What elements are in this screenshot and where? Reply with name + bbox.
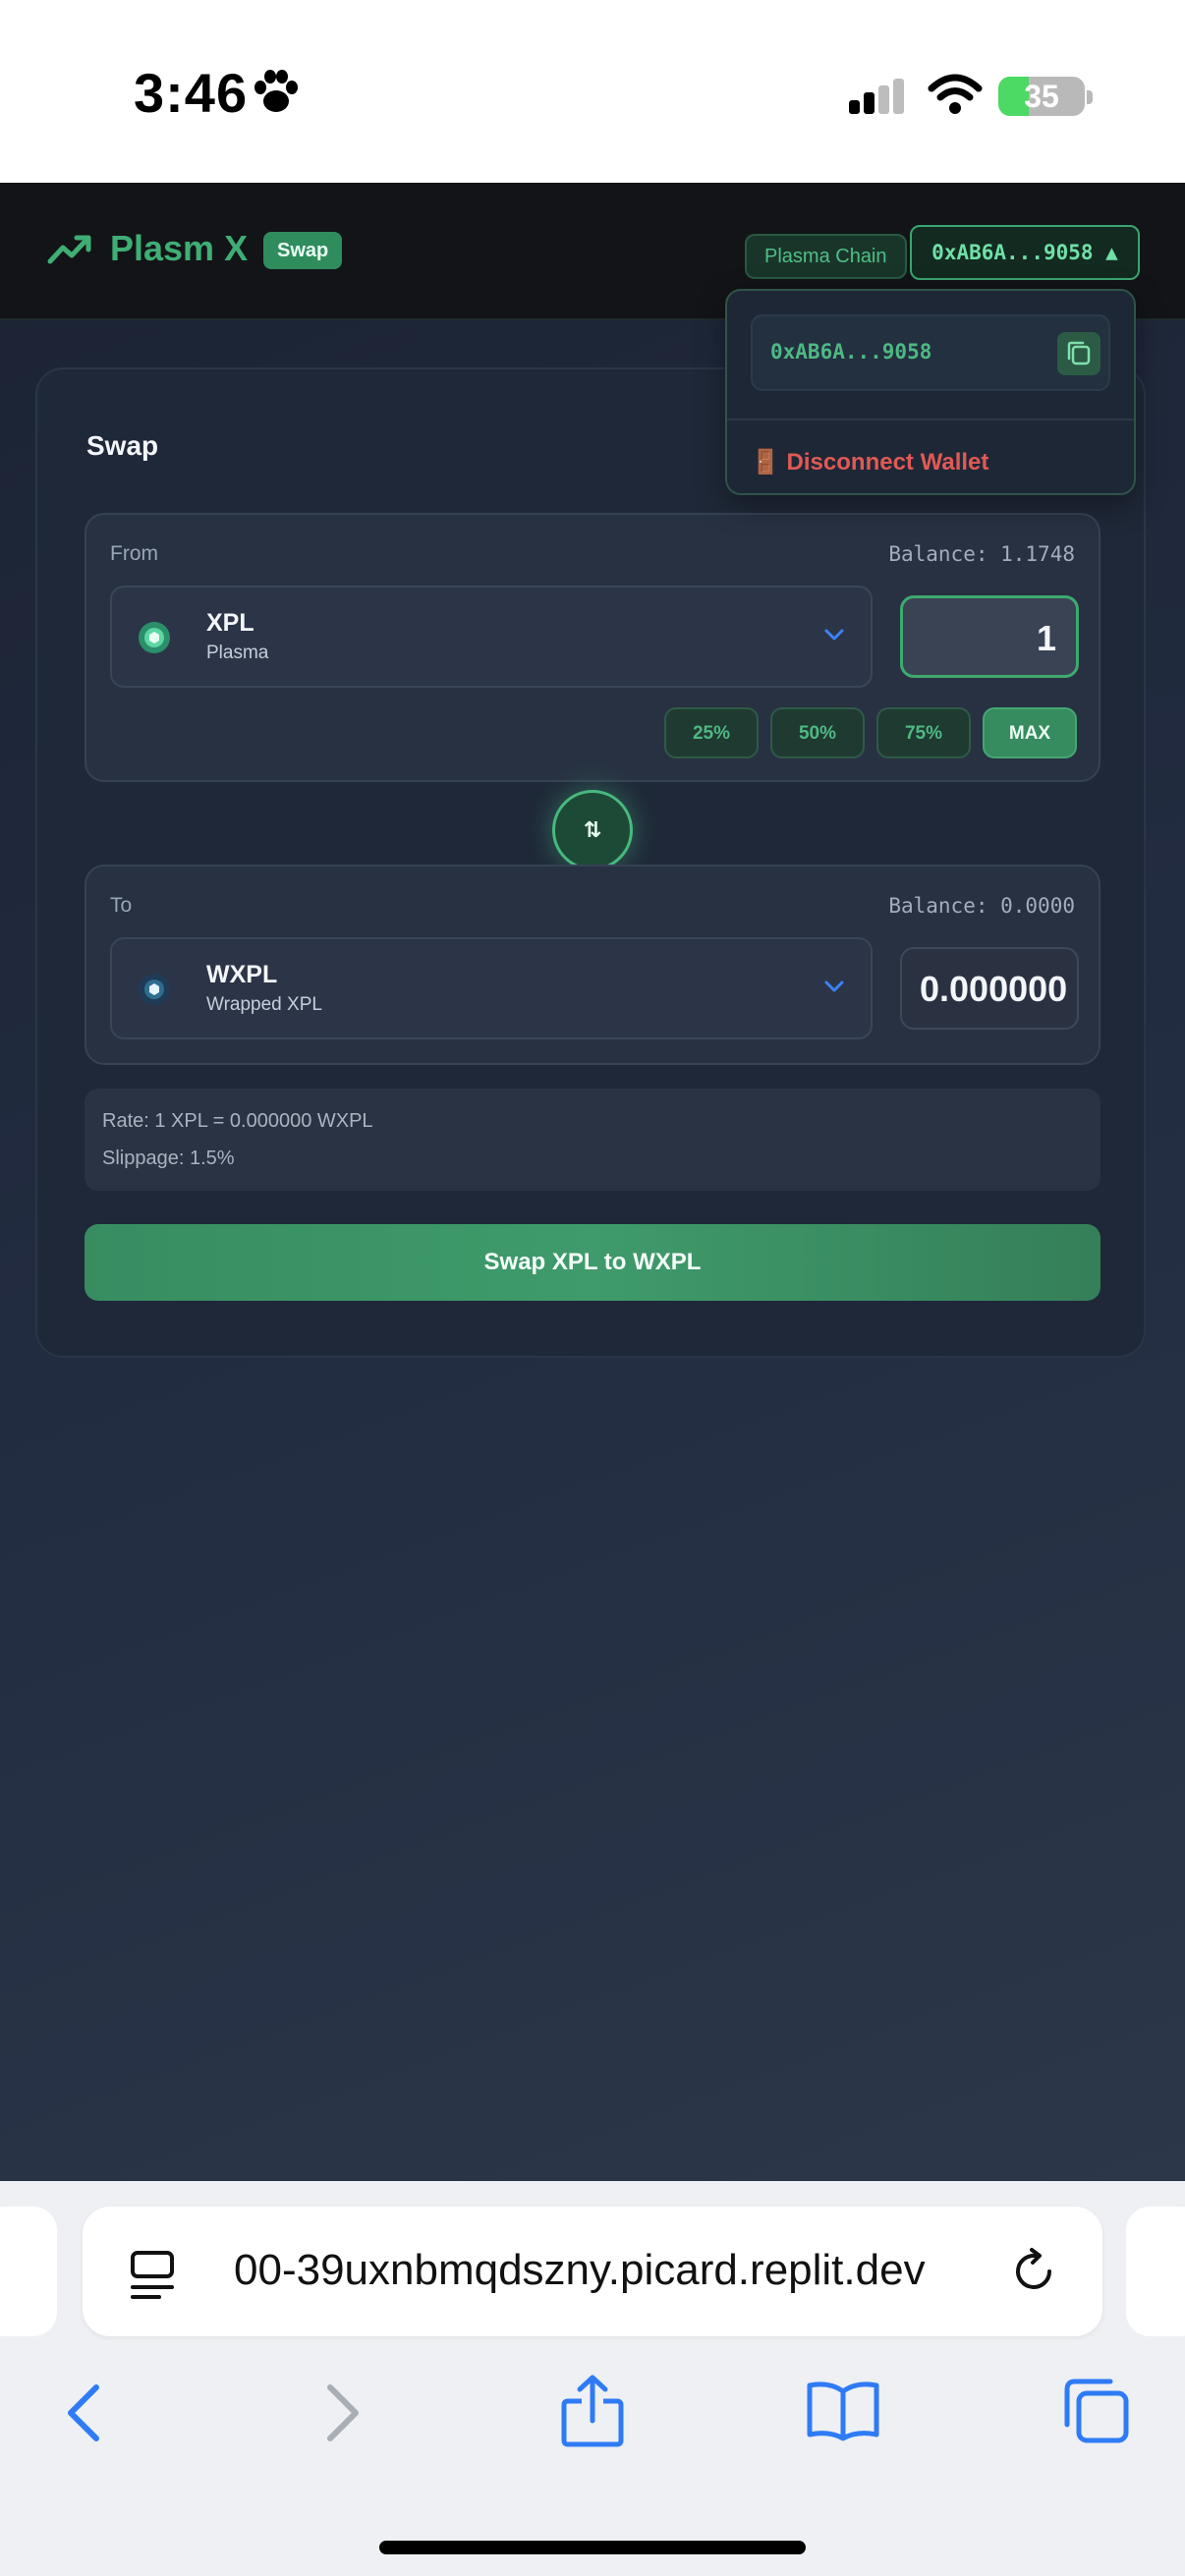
from-amount-input[interactable]: 1 bbox=[900, 595, 1079, 678]
bookmarks-icon[interactable] bbox=[806, 2380, 880, 2442]
chevron-down-icon bbox=[824, 980, 844, 992]
signal-icon bbox=[849, 79, 904, 114]
forward-icon[interactable] bbox=[320, 2381, 364, 2444]
slippage-text: Slippage: 1.5% bbox=[102, 1148, 235, 1169]
brand-name[interactable]: Plasm X bbox=[110, 228, 248, 269]
to-label: To bbox=[110, 894, 133, 917]
browser-toolbar: 00-39uxnbmqdszny.picard.replit.dev bbox=[0, 2181, 1185, 2576]
wallet-button[interactable]: 0xAB6A...9058 ▲ bbox=[910, 225, 1140, 280]
disconnect-wallet-button[interactable]: 🚪 Disconnect Wallet bbox=[751, 448, 988, 476]
wifi-icon bbox=[928, 74, 983, 114]
page-menu-icon[interactable] bbox=[130, 2250, 175, 2301]
app-root: Plasm X Swap Plasma Chain 0xAB6A...9058 … bbox=[0, 183, 1185, 2181]
previous-tab-preview[interactable] bbox=[0, 2207, 57, 2336]
wxpl-token-icon bbox=[139, 974, 170, 1005]
from-label: From bbox=[110, 542, 158, 565]
wallet-address: 0xAB6A...9058 bbox=[770, 340, 932, 364]
rate-text: Rate: 1 XPL = 0.000000 WXPL bbox=[102, 1110, 373, 1132]
status-bar: 3:46 35 bbox=[0, 0, 1185, 183]
from-token-select[interactable]: XPL Plasma bbox=[110, 586, 873, 688]
to-token-network: Wrapped XPL bbox=[206, 994, 322, 1015]
to-token-select[interactable]: WXPL Wrapped XPL bbox=[110, 937, 873, 1039]
wallet-dropdown: 0xAB6A...9058 🚪 Disconnect Wallet bbox=[725, 289, 1136, 495]
trending-up-icon bbox=[47, 235, 91, 264]
address-bar[interactable]: 00-39uxnbmqdszny.picard.replit.dev bbox=[83, 2207, 1102, 2336]
to-amount-output[interactable]: 0.000000 bbox=[900, 947, 1079, 1030]
xpl-token-icon bbox=[139, 622, 170, 653]
flip-direction-button[interactable]: ⇅ bbox=[552, 790, 633, 870]
chain-badge[interactable]: Plasma Chain bbox=[745, 234, 907, 279]
reload-icon[interactable] bbox=[1008, 2246, 1059, 2297]
swap-info: Rate: 1 XPL = 0.000000 WXPL Slippage: 1.… bbox=[85, 1089, 1100, 1191]
url-text[interactable]: 00-39uxnbmqdszny.picard.replit.dev bbox=[234, 2246, 990, 2295]
pct-50-button[interactable]: 50% bbox=[770, 707, 865, 758]
swap-button[interactable]: Swap XPL to WXPL bbox=[85, 1224, 1100, 1301]
card-title: Swap bbox=[86, 430, 159, 461]
home-indicator[interactable] bbox=[379, 2541, 806, 2554]
battery-icon: 35 bbox=[998, 77, 1085, 116]
to-token-symbol: WXPL bbox=[206, 961, 278, 988]
page-badge: Swap bbox=[263, 232, 343, 269]
share-icon[interactable] bbox=[560, 2374, 625, 2448]
to-balance: Balance: 0.0000 bbox=[888, 894, 1075, 918]
paw-icon bbox=[254, 70, 298, 112]
from-token-network: Plasma bbox=[206, 643, 269, 663]
status-time: 3:46 bbox=[134, 62, 249, 124]
from-balance: Balance: 1.1748 bbox=[888, 542, 1075, 566]
address-box: 0xAB6A...9058 bbox=[751, 314, 1110, 391]
chevron-down-icon bbox=[824, 629, 844, 641]
copy-icon[interactable] bbox=[1057, 332, 1100, 375]
pct-75-button[interactable]: 75% bbox=[876, 707, 971, 758]
pct-25-button[interactable]: 25% bbox=[664, 707, 759, 758]
next-tab-preview[interactable] bbox=[1126, 2207, 1185, 2336]
back-icon[interactable] bbox=[63, 2381, 106, 2444]
swap-card: Swap From Balance: 1.1748 XPL Plasma 1 2… bbox=[35, 367, 1146, 1358]
max-button[interactable]: MAX bbox=[983, 707, 1077, 758]
battery-text: 35 bbox=[1024, 79, 1059, 114]
tabs-icon[interactable] bbox=[1061, 2376, 1132, 2446]
from-token-symbol: XPL bbox=[206, 609, 254, 637]
divider bbox=[727, 419, 1134, 420]
to-panel: To Balance: 0.0000 WXPL Wrapped XPL 0.00… bbox=[85, 865, 1100, 1065]
battery-nub bbox=[1087, 90, 1093, 104]
from-panel: From Balance: 1.1748 XPL Plasma 1 25% 50… bbox=[85, 513, 1100, 782]
